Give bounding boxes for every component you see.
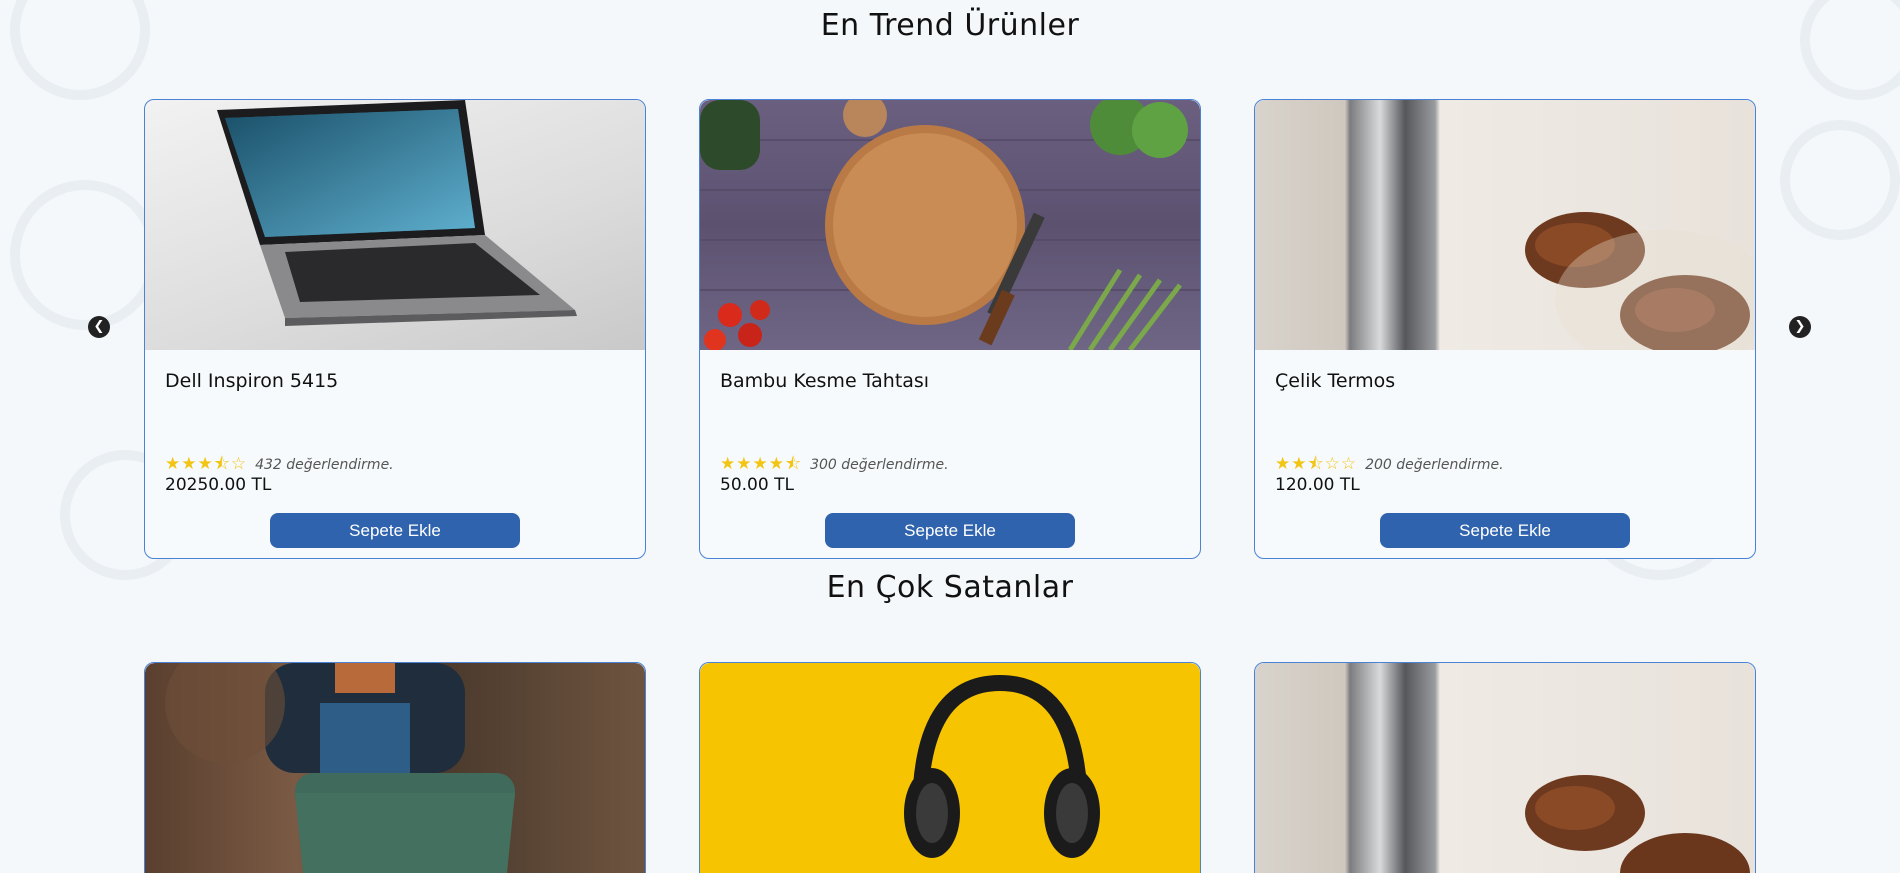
product-card[interactable] <box>699 662 1201 873</box>
add-to-cart-button[interactable]: Sepete Ekle <box>825 513 1075 548</box>
product-image[interactable] <box>145 100 645 350</box>
product-price: 20250.00 TL <box>165 475 272 495</box>
add-to-cart-button[interactable]: Sepete Ekle <box>1380 513 1630 548</box>
product-rating: ★★★⯪☆ 432 değerlendirme. <box>165 456 394 473</box>
product-rating: ★★★★⯪ 300 değerlendirme. <box>720 456 949 473</box>
product-image[interactable] <box>145 663 645 873</box>
trend-section-title: En Trend Ürünler <box>820 8 1080 43</box>
product-price: 120.00 TL <box>1275 475 1360 495</box>
product-image[interactable] <box>1255 663 1755 873</box>
product-rating: ★★⯪☆☆ 200 değerlendirme. <box>1275 456 1504 473</box>
star-icon: ★★★⯪☆ <box>165 454 248 474</box>
review-count: 300 değerlendirme. <box>810 456 949 473</box>
review-count: 432 değerlendirme. <box>255 456 394 473</box>
product-name[interactable]: Çelik Termos <box>1275 370 1395 392</box>
star-icon: ★★⯪☆☆ <box>1275 454 1358 474</box>
product-card[interactable] <box>144 662 646 873</box>
product-card[interactable]: Çelik Termos ★★⯪☆☆ 200 değerlendirme. 12… <box>1254 99 1756 559</box>
review-count: 200 değerlendirme. <box>1365 456 1504 473</box>
product-price: 50.00 TL <box>720 475 794 495</box>
product-name[interactable]: Dell Inspiron 5415 <box>165 370 338 392</box>
product-image[interactable] <box>700 663 1200 873</box>
product-card[interactable] <box>1254 662 1756 873</box>
product-card[interactable]: Bambu Kesme Tahtası ★★★★⯪ 300 değerlendi… <box>699 99 1201 559</box>
add-to-cart-button[interactable]: Sepete Ekle <box>270 513 520 548</box>
product-image[interactable] <box>700 100 1200 350</box>
star-icon: ★★★★⯪ <box>720 454 803 474</box>
product-name[interactable]: Bambu Kesme Tahtası <box>720 370 929 392</box>
product-image[interactable] <box>1255 100 1755 350</box>
product-card[interactable]: Dell Inspiron 5415 ★★★⯪☆ 432 değerlendir… <box>144 99 646 559</box>
bestseller-section-title: En Çok Satanlar <box>826 570 1074 605</box>
chevron-right-icon[interactable]: ❯ <box>1789 316 1811 338</box>
chevron-left-icon[interactable]: ❮ <box>88 316 110 338</box>
